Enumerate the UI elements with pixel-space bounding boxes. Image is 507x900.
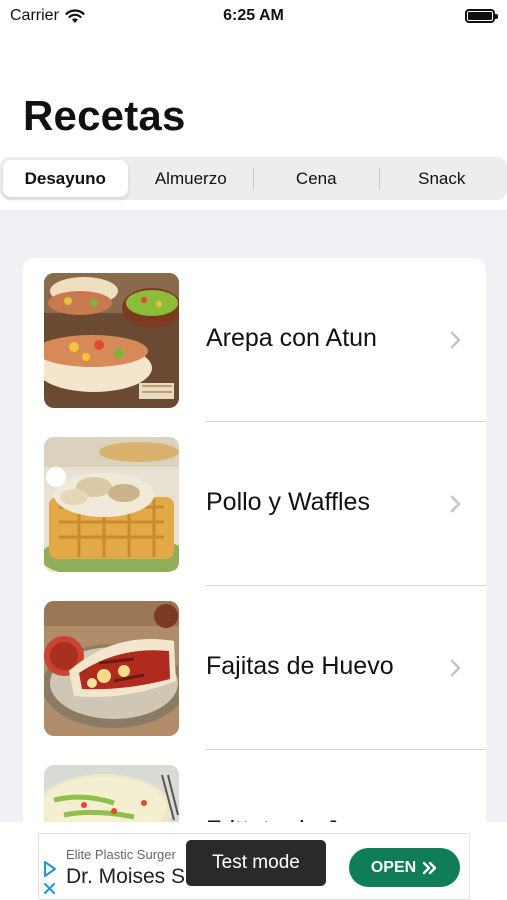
ad-choices-icon[interactable] bbox=[42, 860, 58, 900]
chicken-waffles-photo bbox=[44, 437, 179, 572]
recipe-row[interactable]: Pollo y Waffles bbox=[23, 422, 486, 586]
egg-fajitas-photo bbox=[44, 601, 179, 736]
tab-label: Almuerzo bbox=[154, 168, 227, 188]
tab-almuerzo[interactable]: Almuerzo bbox=[129, 160, 254, 197]
recipe-name: Fajitas de Huevo bbox=[206, 652, 394, 680]
page-title: Recetas bbox=[23, 92, 186, 139]
recipe-thumbnail-fajitas bbox=[44, 601, 179, 736]
ad-advertiser: Elite Plastic Surger bbox=[66, 847, 176, 862]
status-time: 6:25 AM bbox=[223, 7, 284, 24]
battery-icon bbox=[465, 9, 498, 23]
tab-cena[interactable]: Cena bbox=[254, 160, 379, 197]
tab-label: Cena bbox=[295, 168, 337, 188]
status-left: Carrier bbox=[10, 7, 85, 25]
recipe-list-card: Arepa con Atun Pollo y Waffles Fajitas d… bbox=[23, 258, 486, 858]
tab-desayuno[interactable]: Desayuno bbox=[3, 160, 128, 197]
status-bar: Carrier 6:25 AM bbox=[0, 0, 507, 32]
chevron-right-icon bbox=[450, 495, 461, 513]
recipe-row[interactable]: Arepa con Atun bbox=[23, 258, 486, 422]
ad-open-label: OPEN bbox=[370, 858, 417, 876]
recipe-thumbnail-pollo bbox=[44, 437, 179, 572]
wifi-icon bbox=[65, 8, 85, 23]
tab-label: Snack bbox=[418, 168, 466, 188]
carrier-label: Carrier bbox=[10, 7, 59, 24]
ad-headline: Dr. Moises S bbox=[66, 865, 186, 888]
tab-label: Desayuno bbox=[24, 168, 106, 188]
recipe-thumbnail-arepa bbox=[44, 273, 179, 408]
tab-snack[interactable]: Snack bbox=[380, 160, 505, 197]
recipe-row[interactable]: Fajitas de Huevo bbox=[23, 586, 486, 750]
ad-open-button[interactable]: OPEN bbox=[349, 848, 460, 887]
ad-banner[interactable]: Elite Plastic Surger Dr. Moises S Test m… bbox=[38, 833, 470, 900]
recipe-list-area[interactable]: Arepa con Atun Pollo y Waffles Fajitas d… bbox=[0, 210, 507, 858]
arepa-photo bbox=[44, 273, 179, 408]
ad-area: Elite Plastic Surger Dr. Moises S Test m… bbox=[0, 822, 507, 900]
recipe-name: Pollo y Waffles bbox=[206, 488, 370, 516]
chevron-right-icon bbox=[450, 331, 461, 349]
chevron-right-icon bbox=[450, 659, 461, 677]
recipe-name: Arepa con Atun bbox=[206, 324, 377, 352]
test-mode-label: Test mode bbox=[212, 852, 300, 873]
double-chevron-right-icon bbox=[422, 861, 437, 874]
meal-segmented-control: Desayuno Almuerzo Cena Snack bbox=[0, 157, 507, 200]
test-mode-badge: Test mode bbox=[186, 840, 326, 886]
